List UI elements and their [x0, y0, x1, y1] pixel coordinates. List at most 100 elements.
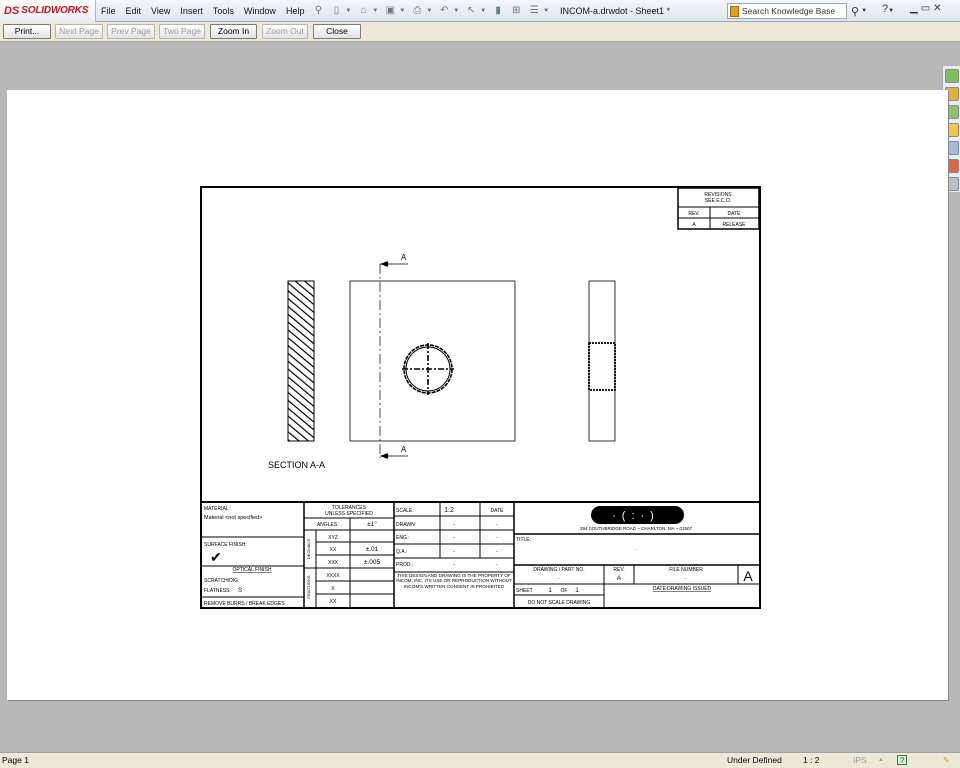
zoom-in-button[interactable]: Zoom In — [210, 24, 257, 39]
minimize-icon[interactable]: ▁ — [910, 3, 921, 14]
search-icon: ⚲ — [851, 5, 860, 18]
prod-value: - — [453, 562, 455, 568]
prod-label: PROD.: — [396, 562, 413, 568]
window-controls: ▁▭✕ — [910, 3, 945, 14]
new-document-icon[interactable]: ▯ — [329, 4, 343, 18]
revisions-block: REVISIONS SEE E.C.O. REV. DATE A RELEASE — [677, 187, 760, 230]
decimals-label: DECIMALS — [306, 538, 311, 559]
fractions-label: FRACTIONS — [306, 575, 311, 598]
menu-help[interactable]: Help — [281, 6, 310, 16]
restore-icon[interactable]: ▭ — [921, 3, 933, 14]
options-icon[interactable]: ☰ — [527, 4, 541, 18]
of-label: OF — [561, 588, 568, 594]
chevron-down-icon[interactable]: ▼ — [426, 8, 432, 14]
drawn-date: - — [496, 522, 498, 528]
tol-xxx: XXX — [328, 560, 339, 566]
do-not-scale-label: DO NOT SCALE DRAWING — [528, 600, 591, 606]
save-icon[interactable]: ▣ — [383, 4, 397, 18]
property-notice: THIS DESIGN AND DRAWING IS THE PROPERTY … — [396, 573, 512, 589]
sheet-label: SHEET — [516, 588, 533, 594]
chevron-up-icon[interactable]: ▲ — [878, 757, 884, 763]
date-header: DATE — [728, 211, 742, 217]
scale-value: 1:2 — [444, 507, 454, 514]
rev-value-block: A — [617, 575, 622, 582]
document-title: INCOM-a.drwdot - Sheet1 * — [560, 6, 671, 16]
file-properties-icon[interactable]: ⊞ — [509, 4, 523, 18]
drawing-sheet: REVISIONS SEE E.C.O. REV. DATE A RELEASE… — [200, 186, 761, 609]
tol-xx: XX — [330, 547, 337, 553]
help-icon[interactable]: ?▼ — [882, 3, 894, 15]
zoom-out-button[interactable]: Zoom Out — [262, 24, 308, 39]
flatness-value: S — [238, 588, 242, 594]
tolerances-subtitle: UNLESS SPECIFIED — [325, 511, 373, 517]
tol-xx-fraction: XX — [330, 599, 337, 605]
date-value: RELEASE — [722, 222, 746, 228]
qa-label: Q.A.: — [396, 549, 407, 555]
section-view-hatched — [287, 280, 315, 442]
pin-icon[interactable]: ⚲ — [311, 4, 325, 18]
status-page: Page 1 — [2, 755, 29, 765]
drawn-label: DRAWN: — [396, 522, 416, 528]
menu-insert[interactable]: Insert — [175, 6, 208, 16]
menu-view[interactable]: View — [146, 6, 175, 16]
chevron-down-icon[interactable]: ▼ — [345, 8, 351, 14]
status-scale[interactable]: 1 : 2 — [803, 755, 820, 765]
chevron-down-icon[interactable]: ▼ — [480, 8, 486, 14]
chevron-down-icon[interactable]: ▼ — [888, 8, 894, 14]
select-cursor-icon[interactable]: ↖ — [464, 4, 478, 18]
arrowhead-bottom — [380, 453, 388, 459]
side-view-outline — [588, 280, 616, 442]
pencil-icon[interactable]: ✎ — [943, 755, 950, 766]
chevron-down-icon[interactable]: ▼ — [543, 8, 549, 14]
print-preview-toolbar: Print... Next Page Prev Page Two Page Zo… — [0, 22, 960, 42]
open-folder-icon[interactable]: ⌂ — [356, 4, 370, 18]
section-label-bottom: A — [401, 445, 407, 454]
chevron-down-icon[interactable]: ▼ — [453, 8, 459, 14]
solidworks-resources-icon[interactable] — [945, 69, 959, 83]
eng-date: - — [496, 535, 498, 541]
company-logo-glyphs: ·(:·) — [612, 510, 660, 522]
print-button[interactable]: Print... — [3, 24, 51, 39]
tol-xyz: XYZ — [328, 535, 338, 541]
title-value: . — [635, 546, 636, 552]
of-value: 1 — [575, 587, 579, 594]
status-units[interactable]: IPS — [853, 755, 867, 765]
menu-tools[interactable]: Tools — [208, 6, 239, 16]
prev-page-button[interactable]: Prev Page — [107, 24, 155, 39]
close-button[interactable]: Close — [313, 24, 361, 39]
knowledge-base-icon — [730, 5, 739, 17]
next-page-button[interactable]: Next Page — [55, 24, 103, 39]
section-title: SECTION A-A — [268, 460, 325, 470]
search-button[interactable]: ⚲ ▼ — [851, 3, 877, 19]
help-status-icon[interactable]: ? — [897, 755, 907, 765]
front-view-outline — [349, 280, 516, 442]
two-page-button[interactable]: Two Page — [159, 24, 205, 39]
tol-xxx-value: ±.005 — [364, 559, 381, 566]
solidworks-logo[interactable]: DS SOLIDWORKS — [0, 0, 96, 22]
undo-icon[interactable]: ↶ — [437, 4, 451, 18]
qa-date: - — [496, 549, 498, 555]
chevron-down-icon[interactable]: ▼ — [399, 8, 405, 14]
menu-edit[interactable]: Edit — [121, 6, 147, 16]
rebuild-icon[interactable]: ▮ — [491, 4, 505, 18]
logo-text: SOLIDWORKS — [21, 5, 89, 16]
material-value: Material <not specified> — [204, 515, 262, 521]
tol-xx-value: ±.01 — [366, 546, 379, 553]
tol-x: X — [331, 586, 335, 592]
close-icon[interactable]: ✕ — [933, 3, 944, 14]
menu-window[interactable]: Window — [239, 6, 281, 16]
file-number-value: . — [685, 575, 686, 581]
arrowhead-top — [380, 261, 388, 267]
search-input[interactable]: Search Knowledge Base — [727, 3, 847, 19]
angles-value: ±1° — [367, 520, 377, 528]
chevron-down-icon[interactable]: ▼ — [372, 8, 378, 14]
prod-date: - — [496, 562, 498, 568]
status-state: Under Defined — [727, 755, 782, 765]
company-address: 294 SOUTHBRIDGE ROAD ~ CHARLTON, MA ~ 01… — [580, 526, 693, 531]
part-no-label: DRAWING / PART NO. — [533, 567, 584, 573]
file-number-label: FILE NUMBER — [669, 567, 703, 573]
sheet-size-value: A — [743, 568, 753, 584]
print-icon[interactable]: ⎙ — [410, 4, 424, 18]
menu-file[interactable]: File — [96, 6, 121, 16]
hole-feature — [402, 343, 454, 395]
